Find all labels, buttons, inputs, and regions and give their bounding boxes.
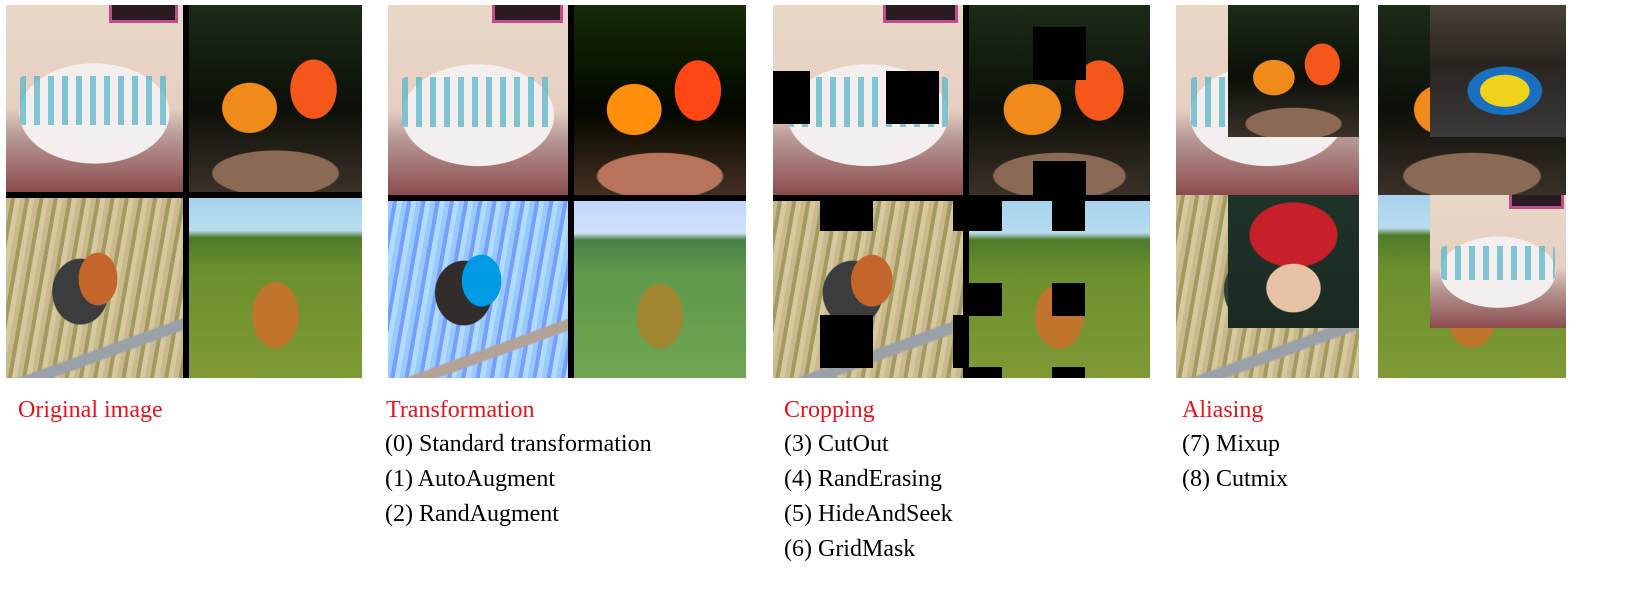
method-item: (2) RandAugment — [385, 501, 559, 527]
gridmask-cell — [1052, 367, 1085, 378]
original-image-grid — [6, 5, 362, 378]
cropping-image-grid — [773, 5, 1150, 378]
hide-and-seek-mask — [820, 201, 873, 231]
gridmask-cell — [969, 201, 1002, 231]
goldfish-image — [189, 5, 362, 192]
goldfish-insert — [1228, 5, 1359, 137]
method-item: (4) RandErasing — [784, 466, 942, 492]
bowl-insert — [1430, 195, 1566, 328]
gridmask-cell — [969, 283, 1002, 316]
gridmask-cell — [1052, 201, 1085, 231]
hide-and-seek-mask — [953, 201, 963, 231]
child-insert — [1228, 195, 1359, 328]
transformation-heading: Transformation — [386, 397, 535, 423]
erasing-mask — [1033, 27, 1086, 80]
original-image-heading: Original image — [18, 397, 163, 423]
method-item: (5) HideAndSeek — [784, 501, 953, 527]
goldfish-image — [969, 5, 1150, 195]
method-item: (0) Standard transformation — [385, 431, 652, 457]
hide-and-seek-mask — [953, 315, 963, 368]
cutout-mask — [773, 71, 810, 124]
method-item: (3) CutOut — [784, 431, 889, 457]
cutmix-image-grid — [1378, 5, 1566, 378]
method-item: (7) Mixup — [1182, 431, 1280, 457]
hide-and-seek-mask — [820, 315, 873, 368]
method-item: (8) Cutmix — [1182, 466, 1288, 492]
race-car-insert — [1430, 5, 1566, 137]
transformation-image-grid — [388, 5, 746, 378]
goldfish-image-transformed — [574, 5, 746, 195]
bowl-image — [6, 5, 183, 192]
gridmask-cell — [1052, 283, 1085, 316]
bowl-image — [773, 5, 963, 195]
aliasing-heading: Aliasing — [1182, 397, 1264, 423]
bowl-image — [388, 5, 568, 195]
robin-image-transformed — [388, 201, 568, 378]
gridmask-cell — [969, 367, 1002, 378]
dog-image — [189, 198, 362, 378]
dog-image — [969, 201, 1150, 378]
method-item: (6) GridMask — [784, 536, 916, 562]
method-item: (1) AutoAugment — [385, 466, 555, 492]
cutout-mask — [886, 71, 939, 124]
robin-image — [6, 198, 183, 378]
erasing-mask — [1033, 161, 1086, 195]
robin-image — [773, 201, 963, 378]
cropping-heading: Cropping — [784, 397, 875, 423]
dog-image-transformed — [574, 201, 746, 378]
mixup-image-grid — [1176, 5, 1359, 378]
